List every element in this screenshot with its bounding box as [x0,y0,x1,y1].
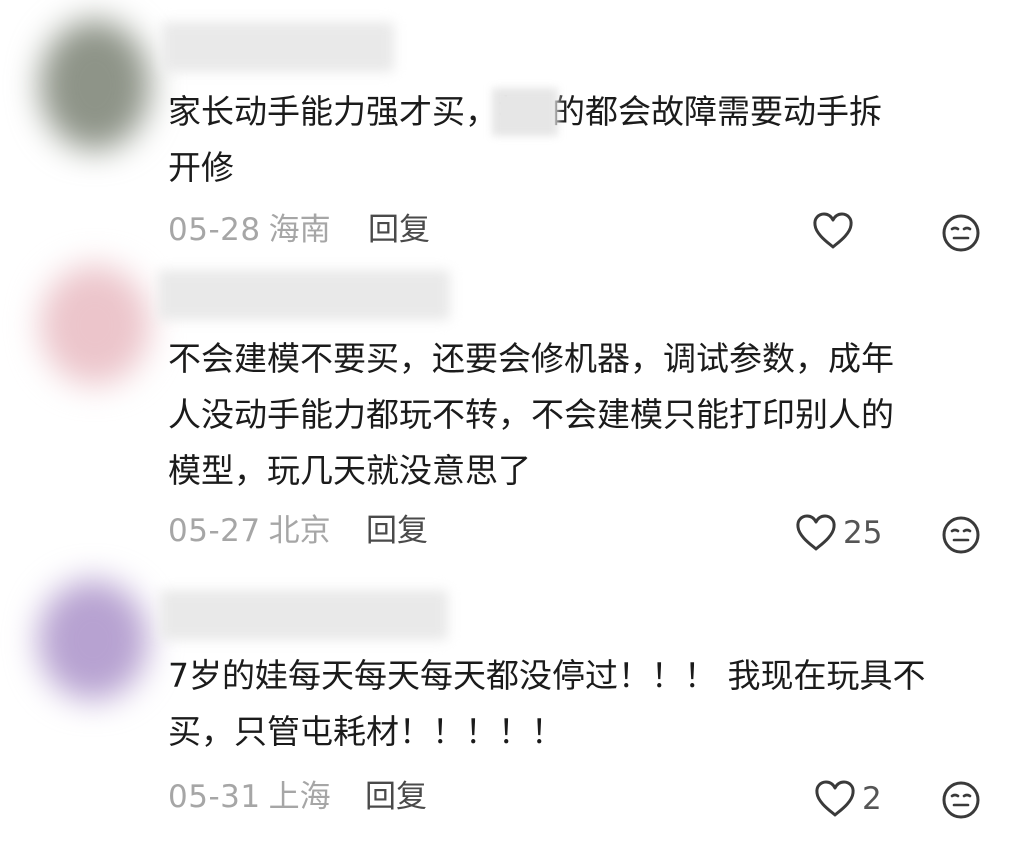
comment-location: 北京 [268,513,331,549]
comment-meta: 05-27 北京 [168,511,331,551]
like-button[interactable]: 2 [814,779,882,819]
comment-text-line: 开修 [168,148,234,187]
emoji-reaction-button[interactable] [941,213,981,253]
like-button[interactable]: 25 [795,513,882,553]
comment-text: 家长动手能力强才买，打 的都会故障需要动手拆 开修 [168,84,882,196]
comment-text-line: 人没动手能力都玩不转，不会建模只能打印别人的 [168,395,894,434]
username[interactable] [158,270,450,320]
neutral-face-icon [941,213,981,253]
redacted-text: 打 [498,84,552,140]
heart-outline-icon [795,514,837,552]
username[interactable] [162,22,394,72]
avatar[interactable] [40,20,150,150]
heart-outline-icon [814,780,856,818]
comment-text-line: 7岁的娃每天每天每天都没停过！！！ 我现在玩具不 [168,656,926,695]
heart-outline-icon [812,212,854,250]
comment-location: 海南 [268,212,331,248]
reply-button[interactable]: 回复 [365,777,427,817]
comment-text-line: 不会建模不要买，还要会修机器，调试参数，成年 [168,339,894,378]
comment-text-line: 买，只管屯耗材！！！！！ [168,712,564,751]
comment-date: 05-28 [168,212,261,248]
comment-list: 家长动手能力强才买，打 的都会故障需要动手拆 开修 05-28 海南 回复 不会… [0,0,1023,846]
comment-text: 7岁的娃每天每天每天都没停过！！！ 我现在玩具不 买，只管屯耗材！！！！！ [168,648,926,760]
like-count: 2 [862,781,882,817]
like-count: 25 [843,515,883,551]
comment-date: 05-31 [168,779,261,815]
emoji-reaction-button[interactable] [941,780,981,820]
reply-button[interactable]: 回复 [368,210,430,250]
comment-location: 上海 [268,779,331,815]
avatar[interactable] [40,265,150,385]
comment-text-line: 模型，玩几天就没意思了 [168,451,531,490]
comment-text: 不会建模不要买，还要会修机器，调试参数，成年 人没动手能力都玩不转，不会建模只能… [168,331,894,499]
reply-button[interactable]: 回复 [366,511,428,551]
comment-meta: 05-28 海南 [168,210,331,250]
like-button[interactable] [812,212,860,250]
username[interactable] [160,590,448,640]
emoji-reaction-button[interactable] [941,515,981,555]
comment-text-line: 家长动手能力强才买，打 的都会故障需要动手拆 [168,84,882,140]
comment-meta: 05-31 上海 [168,777,331,817]
comment-date: 05-27 [168,513,261,549]
avatar[interactable] [38,580,148,700]
neutral-face-icon [941,780,981,820]
neutral-face-icon [941,515,981,555]
